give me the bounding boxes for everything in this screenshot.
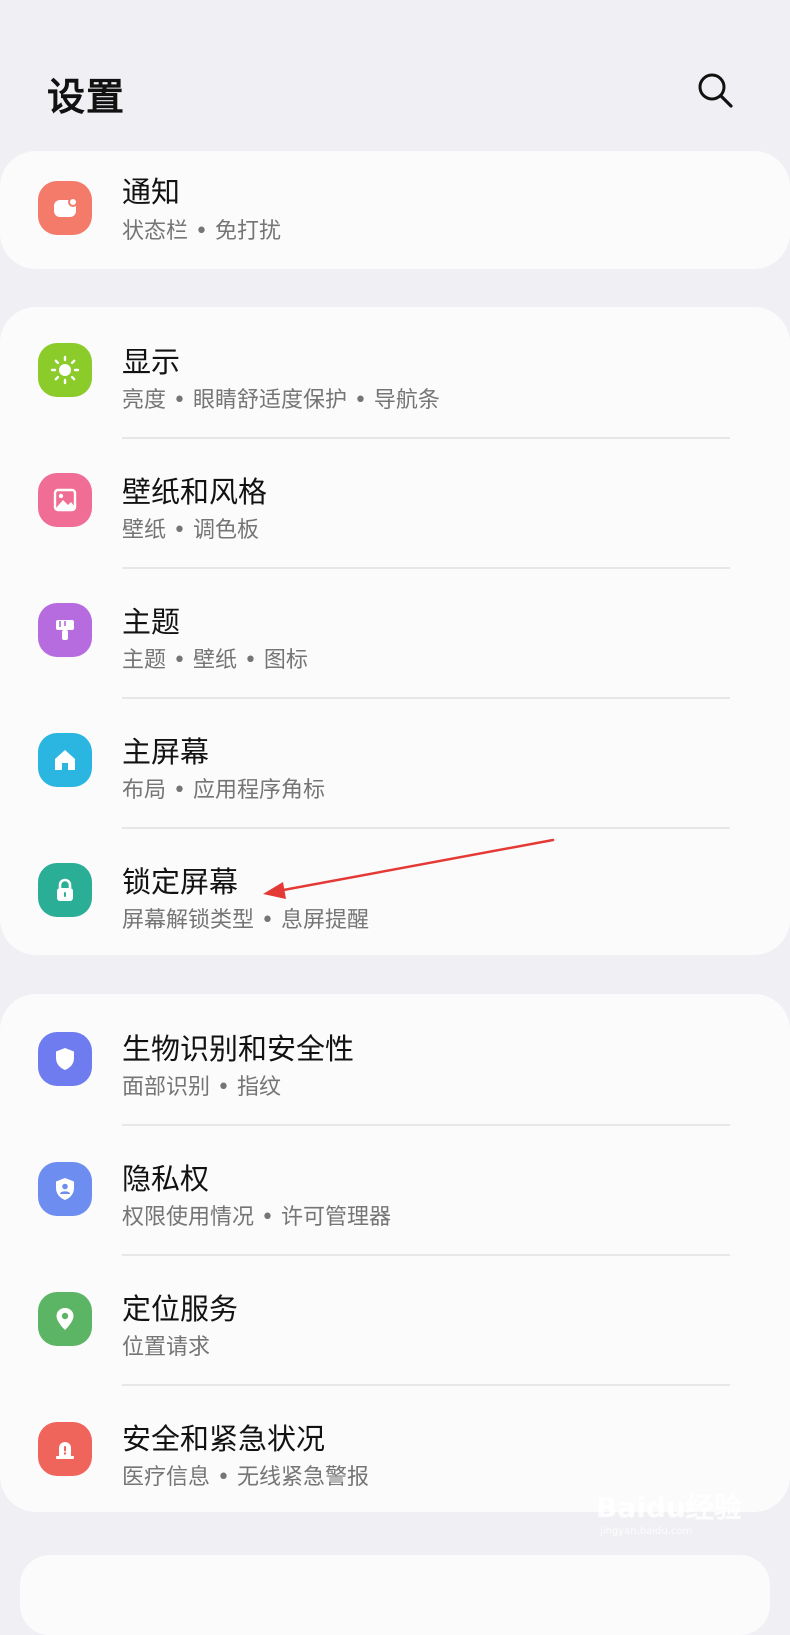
settings-item-location[interactable]: 定位服务 位置请求 (0, 1254, 790, 1384)
location-pin-icon (38, 1292, 92, 1346)
watermark-url: jingyan.baidu.com (600, 1526, 693, 1537)
settings-item-display[interactable]: 显示 亮度 • 眼睛舒适度保护 • 导航条 (0, 307, 790, 437)
search-button[interactable] (695, 70, 735, 110)
next-settings-group (20, 1555, 770, 1635)
settings-item-title: 壁纸和风格 (122, 475, 268, 509)
settings-item-title: 主题 (122, 605, 181, 639)
settings-item-home-screen[interactable]: 主屏幕 布局 • 应用程序角标 (0, 697, 790, 827)
settings-group-security: 生物识别和安全性 面部识别 • 指纹 隐私权 权限使用情况 • 许可管理器 定位… (0, 994, 790, 1512)
settings-item-subtitle: 状态栏 • 免打扰 (122, 219, 281, 244)
settings-item-privacy[interactable]: 隐私权 权限使用情况 • 许可管理器 (0, 1124, 790, 1254)
watermark-logo: Baidu经验 (596, 1491, 742, 1524)
settings-item-title: 安全和紧急状况 (122, 1422, 326, 1456)
settings-item-wallpaper[interactable]: 壁纸和风格 壁纸 • 调色板 (0, 437, 790, 567)
settings-item-subtitle: 医疗信息 • 无线紧急警报 (122, 1465, 369, 1490)
home-icon (38, 733, 92, 787)
watermark: Baidu经验 jingyan.baidu.com (596, 1486, 766, 1546)
shield-icon (38, 1032, 92, 1086)
lock-icon (38, 863, 92, 917)
settings-item-biometrics[interactable]: 生物识别和安全性 面部识别 • 指纹 (0, 994, 790, 1124)
settings-item-themes[interactable]: 主题 主题 • 壁纸 • 图标 (0, 567, 790, 697)
settings-item-subtitle: 布局 • 应用程序角标 (122, 778, 325, 803)
settings-item-lock-screen[interactable]: 锁定屏幕 屏幕解锁类型 • 息屏提醒 (0, 827, 790, 955)
settings-item-subtitle: 主题 • 壁纸 • 图标 (122, 648, 308, 673)
settings-item-title: 生物识别和安全性 (122, 1032, 355, 1066)
settings-item-title: 锁定屏幕 (122, 865, 239, 899)
settings-item-subtitle: 屏幕解锁类型 • 息屏提醒 (122, 908, 369, 933)
settings-item-subtitle: 亮度 • 眼睛舒适度保护 • 导航条 (122, 388, 440, 413)
brush-icon (38, 603, 92, 657)
settings-item-title: 显示 (122, 345, 181, 379)
notification-icon (38, 181, 92, 235)
settings-item-subtitle: 面部识别 • 指纹 (122, 1075, 281, 1100)
settings-group-display: 显示 亮度 • 眼睛舒适度保护 • 导航条 壁纸和风格 壁纸 • 调色板 主题 … (0, 307, 790, 955)
sun-icon (38, 343, 92, 397)
settings-item-title: 通知 (122, 175, 181, 209)
settings-group-notifications: 通知 状态栏 • 免打扰 (0, 151, 790, 269)
settings-item-title: 主屏幕 (122, 735, 210, 769)
settings-item-subtitle: 权限使用情况 • 许可管理器 (122, 1205, 391, 1230)
settings-item-subtitle: 位置请求 (122, 1335, 211, 1360)
header: 设置 (0, 0, 790, 150)
page-title: 设置 (47, 75, 126, 119)
settings-item-title: 定位服务 (122, 1292, 239, 1326)
settings-item-notifications[interactable]: 通知 状态栏 • 免打扰 (0, 151, 790, 269)
settings-item-title: 隐私权 (122, 1162, 210, 1196)
privacy-shield-icon (38, 1162, 92, 1216)
settings-item-subtitle: 壁纸 • 调色板 (122, 518, 259, 543)
search-icon (698, 73, 733, 108)
emergency-icon (38, 1422, 92, 1476)
image-icon (38, 473, 92, 527)
